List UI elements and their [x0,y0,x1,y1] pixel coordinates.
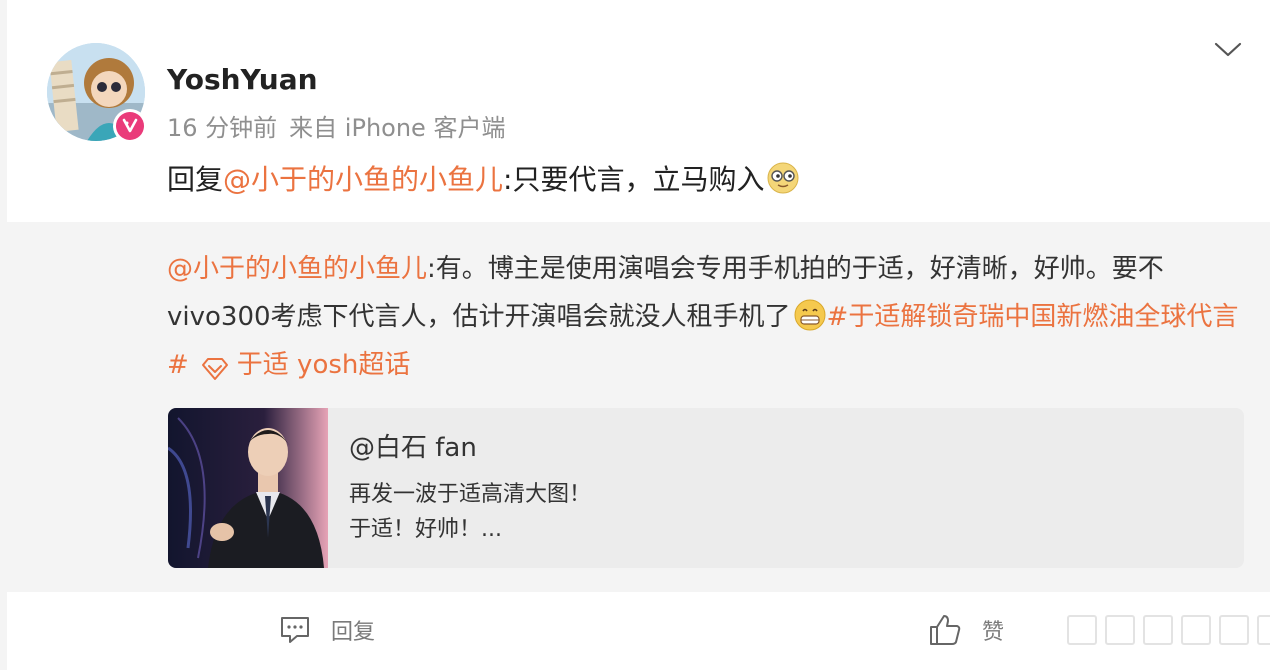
username[interactable]: YoshYuan [167,62,318,98]
action-bar: 回复 赞 [7,592,1270,670]
link-card-title: @白石 fan [349,433,477,463]
link-card-thumbnail [168,408,328,568]
quoted-comment: @小于的小鱼的小鱼儿:有。博主是使用演唱会专用手机拍的于适，好清晰，好帅。要不v… [167,245,1247,389]
thumbs-up-icon [930,615,961,645]
post-meta: 16 分钟前 来自 iPhone 客户端 [167,112,505,144]
link-card-line-1: 再发一波于适高清大图！ [349,482,592,507]
reply-mention-link[interactable]: @小于的小鱼的小鱼儿 [223,163,503,196]
reply-button-label: 回复 [331,620,376,645]
link-card[interactable]: @白石 fan 再发一波于适高清大图！ 于适！好帅！... [168,408,1244,568]
supertopic-link[interactable]: 于适 yosh超话 [237,350,411,380]
doge-emoji-icon [766,161,800,195]
quote-mention-link[interactable]: @小于的小鱼的小鱼儿 [167,254,427,284]
reply-text: 回复@小于的小鱼的小鱼儿:只要代言，立马购入 [167,160,800,200]
chevron-down-icon[interactable] [1212,36,1244,64]
link-card-line-2: 于适！好帅！... [349,517,502,542]
reply-button[interactable]: 回复 [279,612,375,648]
reply-body: :只要代言，立马购入 [503,163,765,196]
reply-prefix: 回复 [167,163,224,196]
like-button[interactable]: 赞 [928,612,1004,648]
supertopic-diamond-icon [199,350,231,380]
watermark [1067,612,1270,648]
comment-icon [281,617,309,643]
post-time: 16 分钟前 [167,114,278,142]
post-source: 来自 iPhone 客户端 [289,114,506,142]
like-button-label: 赞 [982,620,1005,645]
verified-badge-icon [113,109,147,143]
grin-emoji-icon [793,298,827,332]
